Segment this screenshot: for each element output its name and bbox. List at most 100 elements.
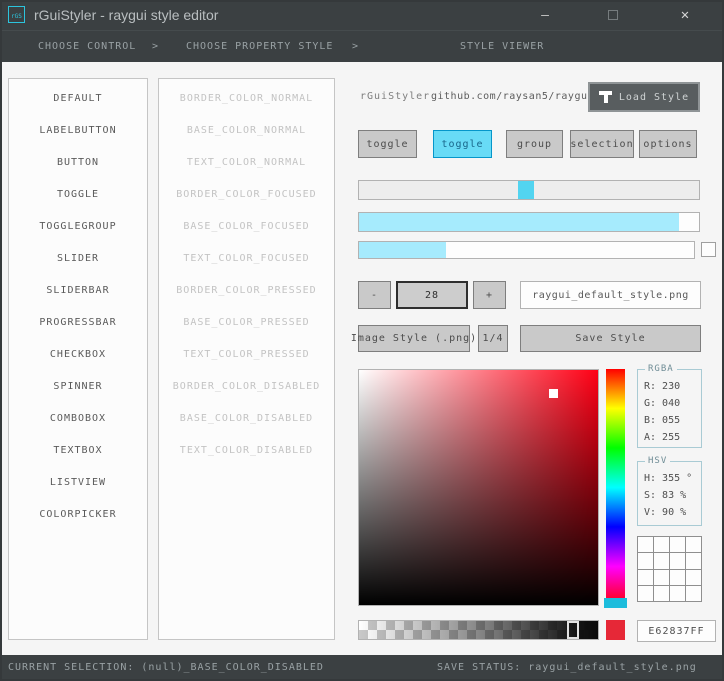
rgba-value: A: 255 bbox=[644, 432, 681, 443]
slider-handle[interactable] bbox=[517, 181, 534, 199]
rgba-group-label: RGBA bbox=[645, 364, 677, 375]
color-swatch-cell[interactable] bbox=[686, 553, 702, 570]
toggle-group: toggle toggle group selection options bbox=[358, 130, 700, 158]
control-list-item[interactable]: TOGGLEGROUP bbox=[9, 210, 147, 242]
save-style-button[interactable]: Save Style bbox=[520, 325, 701, 352]
sliderbar-fill bbox=[359, 242, 447, 258]
color-swatch-cell[interactable] bbox=[686, 585, 702, 602]
sliderbar-demo[interactable] bbox=[358, 241, 695, 259]
chevron-right-icon: > bbox=[152, 41, 160, 52]
hsv-value: V: 90 % bbox=[644, 507, 687, 518]
current-color-swatch bbox=[606, 620, 625, 640]
spinner-increment-button[interactable]: + bbox=[473, 281, 506, 309]
color-swatch-cell[interactable] bbox=[670, 569, 686, 586]
alpha-bar-handle[interactable] bbox=[567, 621, 579, 639]
rgba-value: R: 230 bbox=[644, 381, 681, 392]
control-list-item[interactable]: SLIDER bbox=[9, 242, 147, 274]
property-list-item[interactable]: BASE_COLOR_NORMAL bbox=[159, 114, 334, 146]
property-list-item[interactable]: BASE_COLOR_FOCUSED bbox=[159, 210, 334, 242]
property-list-item[interactable]: TEXT_COLOR_PRESSED bbox=[159, 338, 334, 370]
maximize-button[interactable] bbox=[600, 0, 626, 30]
color-picker-cursor[interactable] bbox=[549, 389, 558, 398]
hsv-group-label: HSV bbox=[645, 456, 671, 467]
color-swatch-cell[interactable] bbox=[686, 569, 702, 586]
toggle-group-item[interactable]: group bbox=[506, 130, 563, 158]
image-style-button[interactable]: Image Style (.png) bbox=[351, 325, 476, 352]
color-swatch-cell[interactable] bbox=[638, 569, 654, 586]
nav-choose-property-style: CHOOSE PROPERTY STYLE bbox=[186, 41, 334, 52]
titlebar: rGS rGuiStyler - raygui style editor — ✕ bbox=[0, 0, 724, 30]
control-list-item[interactable]: TEXTBOX bbox=[9, 434, 147, 466]
style-filename-input[interactable]: raygui_default_style.png bbox=[520, 281, 701, 309]
color-swatch-cell[interactable] bbox=[670, 553, 686, 570]
control-list-item[interactable]: SPINNER bbox=[9, 370, 147, 402]
brand-label: rGuiStyler bbox=[360, 91, 431, 102]
hue-bar-handle[interactable] bbox=[604, 598, 627, 608]
toggle-group-item[interactable]: toggle bbox=[433, 130, 492, 158]
property-list-item[interactable]: TEXT_COLOR_NORMAL bbox=[159, 146, 334, 178]
property-list-item[interactable]: BORDER_COLOR_FOCUSED bbox=[159, 178, 334, 210]
color-picker-panel[interactable] bbox=[358, 369, 599, 606]
control-list-item[interactable]: BUTTON bbox=[9, 146, 147, 178]
property-list-item[interactable]: BORDER_COLOR_PRESSED bbox=[159, 274, 334, 306]
property-list-item[interactable]: BORDER_COLOR_NORMAL bbox=[159, 82, 334, 114]
toggle-group-item[interactable]: selection bbox=[570, 130, 634, 158]
toggle-group-item[interactable]: options bbox=[639, 130, 697, 158]
rgba-value: G: 040 bbox=[644, 398, 681, 409]
progressbar-fill bbox=[359, 213, 679, 231]
property-list-item[interactable]: TEXT_COLOR_DISABLED bbox=[159, 434, 334, 466]
maximize-icon bbox=[608, 10, 618, 20]
toggle-group-item[interactable]: toggle bbox=[358, 130, 417, 158]
control-list-item[interactable]: SLIDERBAR bbox=[9, 274, 147, 306]
rgba-value: B: 055 bbox=[644, 415, 681, 426]
app-icon: rGS bbox=[8, 6, 25, 23]
control-list-item[interactable]: PROGRESSBAR bbox=[9, 306, 147, 338]
nav-style-viewer: STYLE VIEWER bbox=[460, 41, 545, 52]
app-window: rGS rGuiStyler - raygui style editor — ✕… bbox=[0, 0, 724, 681]
alpha-bar[interactable] bbox=[358, 620, 599, 640]
control-list-item[interactable]: LISTVIEW bbox=[9, 466, 147, 498]
property-list-item[interactable]: BORDER_COLOR_DISABLED bbox=[159, 370, 334, 402]
color-swatch-cell[interactable] bbox=[654, 553, 670, 570]
control-list-item[interactable]: DEFAULT bbox=[9, 82, 147, 114]
control-list-item[interactable]: COMBOBOX bbox=[9, 402, 147, 434]
hsv-value: S: 83 % bbox=[644, 490, 687, 501]
hsv-value: H: 355 ° bbox=[644, 473, 693, 484]
load-style-button[interactable]: Load Style bbox=[588, 82, 700, 112]
style-tool-icon bbox=[598, 91, 612, 103]
minimize-button[interactable]: — bbox=[532, 0, 558, 30]
property-list-item[interactable]: TEXT_COLOR_FOCUSED bbox=[159, 242, 334, 274]
control-list-item[interactable]: TOGGLE bbox=[9, 178, 147, 210]
control-list-item[interactable]: CHECKBOX bbox=[9, 338, 147, 370]
color-swatch-cell[interactable] bbox=[670, 585, 686, 602]
statusbar: CURRENT SELECTION: (null)_BASE_COLOR_DIS… bbox=[0, 655, 724, 681]
property-list-item[interactable]: BASE_COLOR_DISABLED bbox=[159, 402, 334, 434]
progressbar-demo bbox=[358, 212, 700, 232]
section-nav: CHOOSE CONTROL > CHOOSE PROPERTY STYLE >… bbox=[0, 30, 724, 62]
color-swatch-cell[interactable] bbox=[654, 569, 670, 586]
close-button[interactable]: ✕ bbox=[672, 0, 698, 30]
property-list-item[interactable]: BASE_COLOR_PRESSED bbox=[159, 306, 334, 338]
color-swatch-cell[interactable] bbox=[638, 537, 654, 554]
color-swatch-cell[interactable] bbox=[670, 537, 686, 554]
hue-bar[interactable] bbox=[606, 369, 625, 606]
hex-value-box[interactable]: E62837FF bbox=[637, 620, 716, 642]
color-swatch-cell[interactable] bbox=[686, 537, 702, 554]
color-swatch-cell[interactable] bbox=[654, 537, 670, 554]
slider-demo[interactable] bbox=[358, 180, 700, 200]
rgba-groupbox: RGBA R: 230 G: 040 B: 055 A: 255 bbox=[637, 364, 702, 448]
color-swatch-cell[interactable] bbox=[638, 585, 654, 602]
window-title: rGuiStyler - raygui style editor bbox=[34, 7, 219, 23]
repo-link-label: github.com/raysan5/raygui bbox=[431, 91, 595, 102]
control-list-item[interactable]: COLORPICKER bbox=[9, 498, 147, 530]
ratio-button[interactable]: 1/4 bbox=[478, 325, 508, 352]
color-swatch-cell[interactable] bbox=[654, 585, 670, 602]
spinner-value-box[interactable]: 28 bbox=[396, 281, 468, 309]
nav-choose-control: CHOOSE CONTROL bbox=[38, 41, 137, 52]
spinner-decrement-button[interactable]: - bbox=[358, 281, 391, 309]
rgba-values: R: 230 G: 040 B: 055 A: 255 bbox=[638, 378, 701, 446]
control-list-item[interactable]: LABELBUTTON bbox=[9, 114, 147, 146]
checkbox-demo[interactable] bbox=[701, 242, 716, 257]
color-swatch-cell[interactable] bbox=[638, 553, 654, 570]
app-icon-text: rGS bbox=[11, 13, 22, 20]
